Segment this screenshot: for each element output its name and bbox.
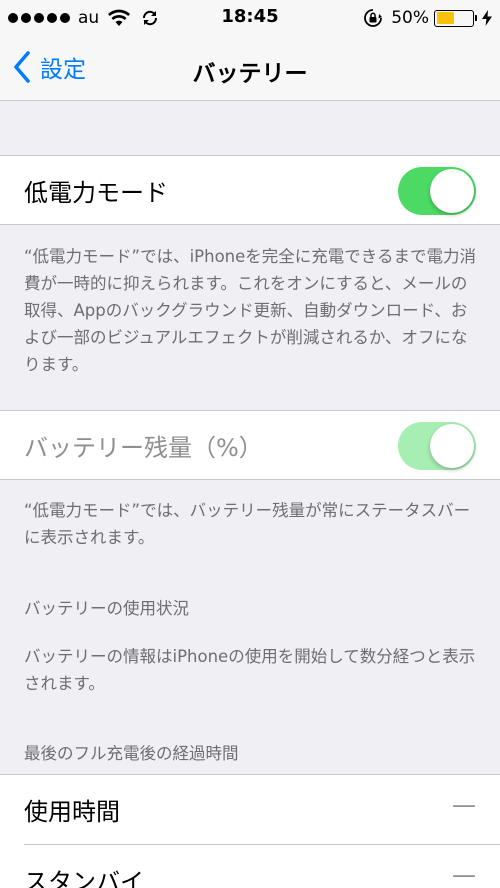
battery-percentage-footnote: “低電力モード”では、バッテリー残量が常にステータスバーに表示されます。 (24, 501, 471, 547)
rotation-lock-icon (364, 9, 383, 27)
standby-label: スタンバイ (24, 868, 144, 888)
since-last-charge-header: 最後のフル充電後の経過時間 (24, 744, 239, 763)
page-title: バッテリー (192, 61, 308, 87)
toggle-knob (430, 169, 474, 213)
status-bar: au 18:45 50% (0, 0, 500, 40)
charging-bolt-icon (482, 10, 492, 26)
battery-usage-header: バッテリーの使用状況 (24, 599, 189, 618)
low-power-mode-label: 低電力モード (24, 179, 168, 207)
battery-usage-note: バッテリーの情報はiPhoneの使用を開始して数分経つと表示されます。 (24, 647, 476, 693)
standby-row: スタンバイ — (0, 845, 500, 888)
battery-percent: 50% (391, 8, 429, 28)
battery-percentage-toggle[interactable] (398, 422, 476, 470)
usage-time-label: 使用時間 (24, 798, 120, 826)
navigation-bar: 設定 バッテリー (0, 40, 500, 101)
low-power-mode-footnote: “低電力モード”では、iPhoneを完全に充電できるまで電力消費が一時的に抑えら… (24, 247, 476, 374)
battery-icon (434, 9, 477, 27)
standby-value: — (452, 861, 476, 888)
toggle-knob (430, 424, 474, 468)
usage-time-row: 使用時間 — (0, 775, 500, 845)
usage-time-value: — (452, 791, 476, 819)
low-power-mode-cell: 低電力モード (0, 155, 500, 225)
battery-percentage-label: バッテリー残量（%） (24, 434, 263, 462)
low-power-mode-toggle[interactable] (398, 167, 476, 215)
battery-percentage-cell: バッテリー残量（%） (0, 410, 500, 480)
